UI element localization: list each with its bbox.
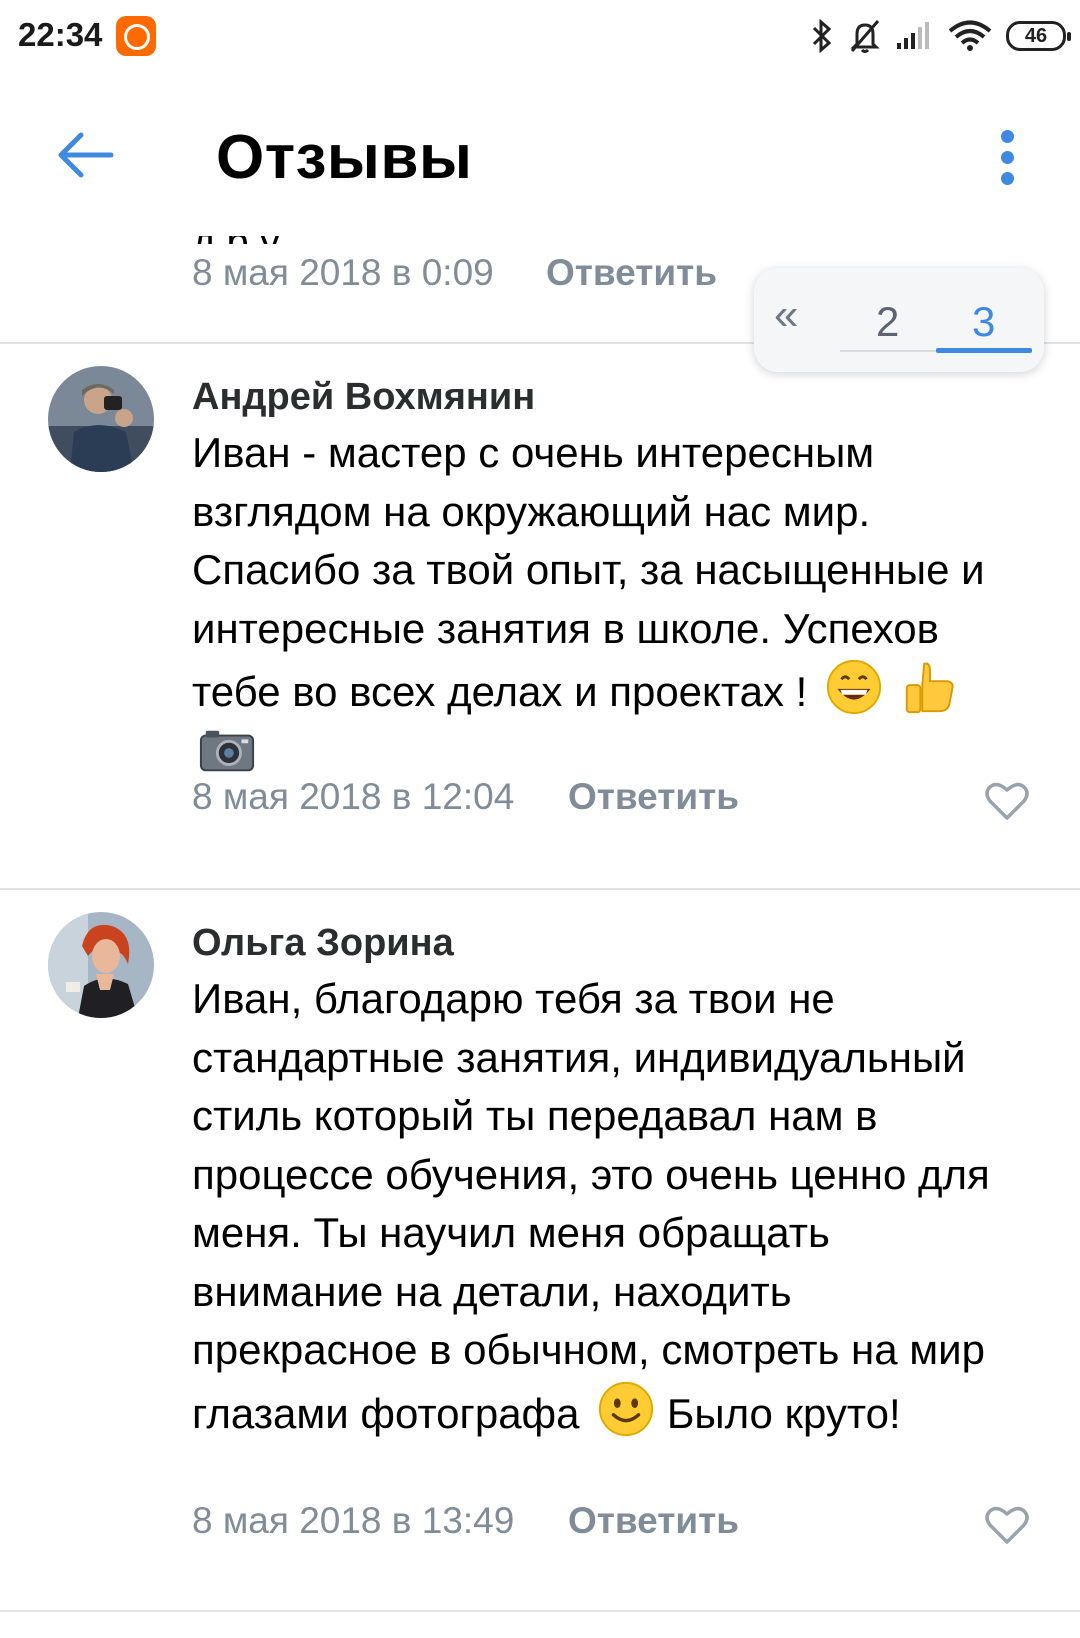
reply-button[interactable]: Ответить bbox=[568, 1500, 739, 1542]
previous-comment-text: д р у bbox=[192, 236, 280, 244]
avatar[interactable] bbox=[48, 912, 154, 1018]
more-dot-icon bbox=[1000, 171, 1014, 185]
page-3-button[interactable]: 3 bbox=[972, 298, 995, 346]
grinning-face-emoji bbox=[826, 659, 882, 715]
status-time: 22:34 bbox=[18, 16, 103, 53]
active-page-indicator bbox=[936, 348, 1032, 353]
signal-icon bbox=[897, 22, 929, 49]
more-dot-icon bbox=[1000, 129, 1014, 143]
divider bbox=[0, 888, 1080, 890]
page-title: Отзывы bbox=[216, 123, 473, 192]
comments-pagination: « 2 3 bbox=[754, 268, 1044, 372]
pagination-underline bbox=[840, 350, 936, 352]
heart-icon[interactable] bbox=[984, 780, 1030, 822]
comment-body-tail: Было круто! bbox=[666, 1389, 901, 1437]
status-icons: 46 bbox=[810, 16, 1071, 56]
comments-list: д р у 8 мая 2018 в 0:09 Ответить Андрей … bbox=[0, 236, 1080, 1638]
app-header: Отзывы bbox=[0, 76, 1080, 236]
thumbs-up-emoji bbox=[905, 662, 954, 714]
status-bar: 22:34 46 bbox=[0, 0, 1080, 76]
avatar[interactable] bbox=[48, 366, 154, 472]
wifi-icon bbox=[948, 20, 992, 51]
comment-body: Иван, благодарю тебя за твои не стандарт… bbox=[192, 975, 990, 1437]
heart-icon[interactable] bbox=[984, 1504, 1030, 1546]
more-dot-icon bbox=[1000, 150, 1014, 164]
back-button[interactable] bbox=[50, 120, 120, 190]
battery-icon: 46 bbox=[1006, 21, 1071, 51]
reply-button[interactable]: Ответить bbox=[546, 252, 717, 294]
muted-bell-icon bbox=[850, 20, 880, 53]
battery-level: 46 bbox=[1024, 24, 1048, 47]
comment-author[interactable]: Ольга Зорина bbox=[192, 922, 454, 965]
bluetooth-icon bbox=[812, 19, 832, 53]
comment-date: 8 мая 2018 в 0:09 bbox=[192, 252, 494, 293]
more-menu-button[interactable] bbox=[982, 122, 1032, 192]
slightly-smiling-face-emoji bbox=[599, 1381, 654, 1436]
comment-date: 8 мая 2018 в 13:49 bbox=[192, 1500, 515, 1541]
mi-notification-icon bbox=[116, 16, 156, 56]
comment-author[interactable]: Андрей Вохмянин bbox=[192, 376, 535, 419]
arrow-left-icon bbox=[58, 132, 114, 178]
camera-emoji bbox=[199, 730, 255, 771]
comment-date: 8 мая 2018 в 12:04 bbox=[192, 776, 515, 817]
comment-text: Иван - мастер с очень интересным взглядо… bbox=[192, 424, 1012, 785]
divider bbox=[0, 1610, 1080, 1612]
first-page-button[interactable]: « bbox=[774, 290, 798, 340]
reply-button[interactable]: Ответить bbox=[568, 776, 739, 818]
page-2-button[interactable]: 2 bbox=[876, 298, 899, 346]
comment-text: Иван, благодарю тебя за твои не стандарт… bbox=[192, 970, 1012, 1443]
